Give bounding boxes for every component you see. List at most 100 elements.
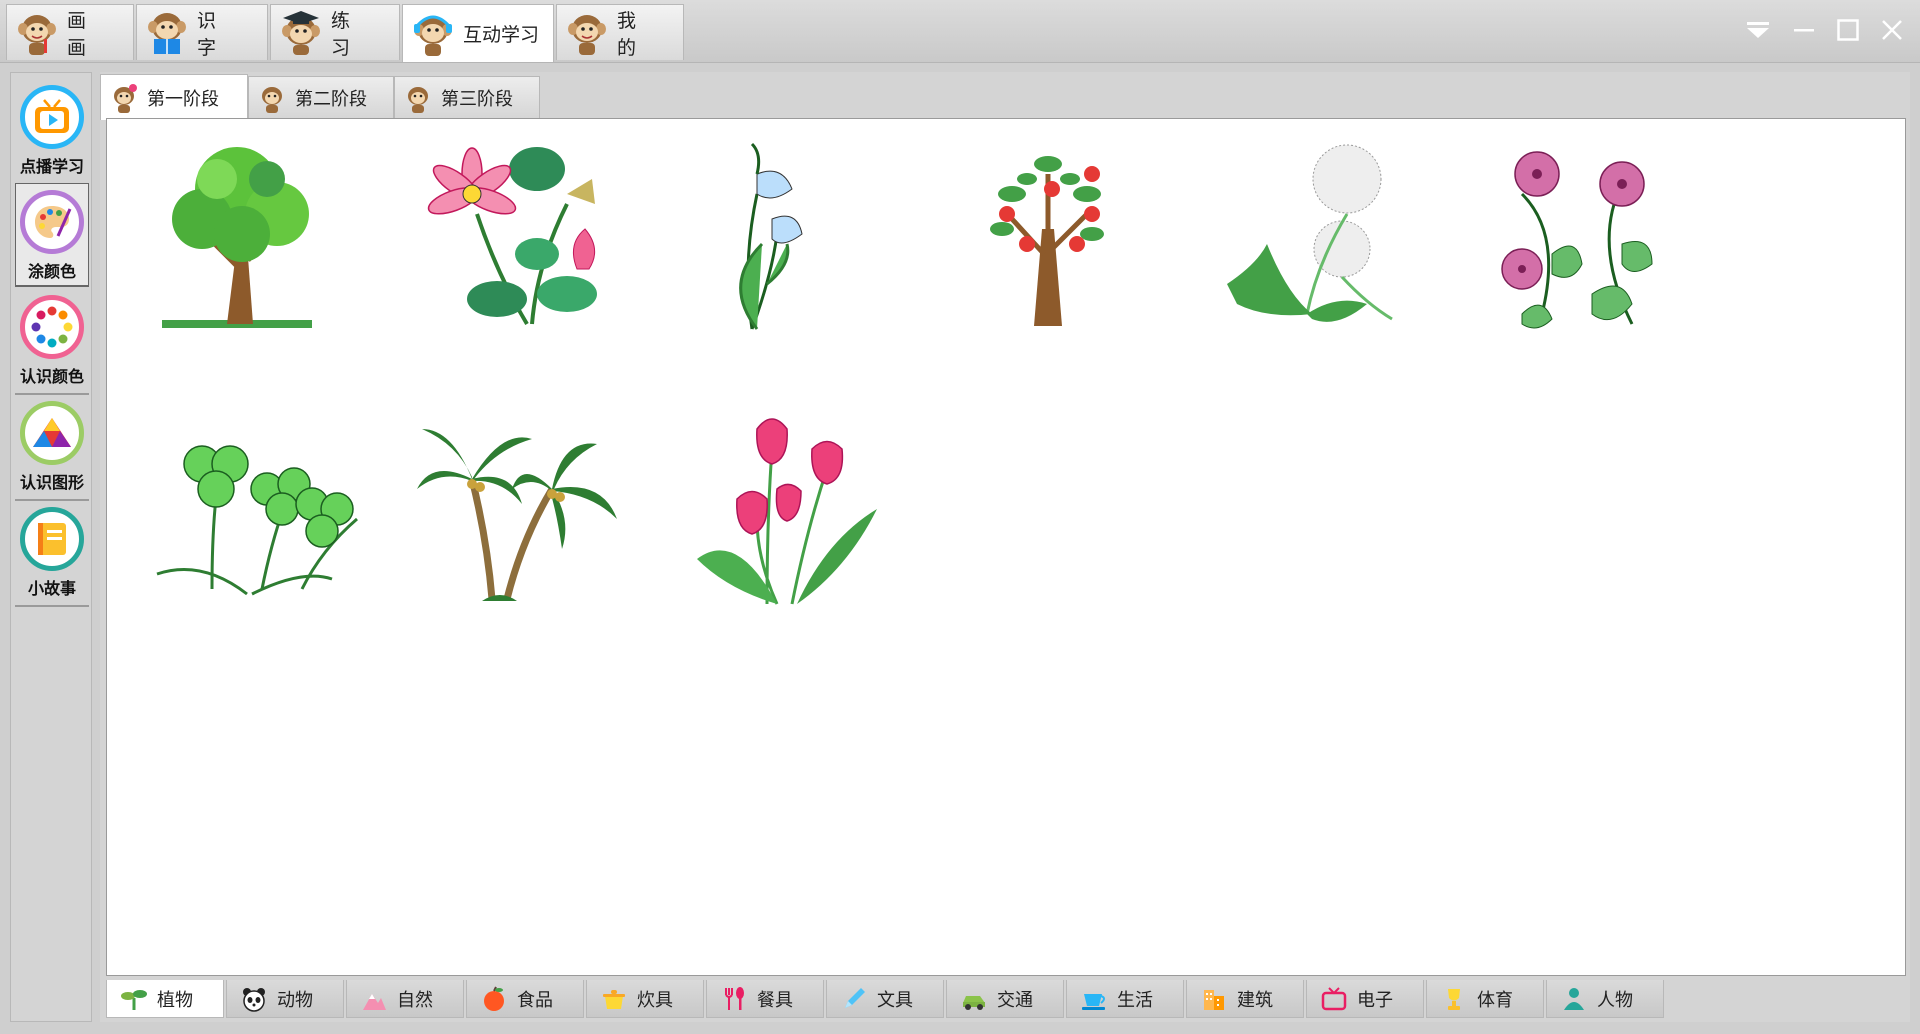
sidebar-item-label: 涂颜色 [27, 262, 76, 281]
shapes-icon [20, 401, 84, 465]
stage-tabs: 第一阶段 第二阶段 第三阶段 [100, 74, 1910, 120]
picture-tree[interactable] [147, 129, 367, 339]
category-tab-tableware[interactable]: 餐具 [706, 980, 824, 1018]
apple-tree-image [990, 156, 1104, 326]
apple-icon [481, 986, 507, 1012]
tulips-image [697, 418, 877, 605]
person-icon [1561, 986, 1587, 1012]
category-tab-transport[interactable]: 交通 [946, 980, 1064, 1018]
category-label: 电子 [1357, 989, 1393, 1011]
category-tab-people[interactable]: 人物 [1546, 980, 1664, 1018]
panda-icon [241, 986, 267, 1012]
main-tab-label: 画 画 [67, 9, 105, 59]
picture-coconut-palm[interactable] [407, 404, 627, 614]
category-tab-nature[interactable]: 自然 [346, 980, 464, 1018]
tab-stage-2[interactable]: 第二阶段 [248, 76, 394, 118]
morning-glory-image [1501, 151, 1653, 329]
feature-sidebar: 点播学习 涂颜色 认识颜色 认识图形 小故事 [10, 72, 92, 1022]
monkey-headphones-icon [414, 15, 452, 56]
category-tab-food[interactable]: 食品 [466, 980, 584, 1018]
sidebar-item-label: 认识图形 [19, 473, 84, 492]
sidebar-item-label: 认识颜色 [19, 367, 84, 386]
main-tab-interactive[interactable]: 互动学习 [402, 4, 554, 62]
building-icon [1201, 986, 1227, 1012]
fork-spoon-icon [721, 986, 747, 1012]
book-icon [20, 507, 84, 571]
category-tab-stationery[interactable]: 文具 [826, 980, 944, 1018]
close-button[interactable] [1874, 12, 1910, 48]
sidebar-item-learn-colors[interactable]: 认识颜色 [15, 289, 89, 395]
category-tabs: 植物 动物 自然 食品 炊具 餐具 文具 交通 生活 建筑 电子 体育 人物 [106, 980, 1906, 1018]
maximize-button[interactable] [1830, 12, 1866, 48]
picture-lotus[interactable] [407, 129, 627, 339]
tree-image [162, 147, 312, 328]
minimize-button[interactable] [1786, 12, 1822, 48]
color-wheel-icon [20, 295, 84, 359]
pot-icon [601, 986, 627, 1012]
category-tab-architecture[interactable]: 建筑 [1186, 980, 1304, 1018]
dandelion-image [1227, 144, 1393, 322]
monkey-flower-icon [114, 83, 137, 113]
coconut-palm-image [417, 429, 617, 601]
category-label: 炊具 [637, 989, 673, 1011]
sidebar-item-label: 小故事 [27, 579, 76, 598]
category-tab-sports[interactable]: 体育 [1426, 980, 1544, 1018]
cup-icon [1081, 986, 1107, 1012]
sidebar-item-label: 点播学习 [19, 157, 84, 176]
main-tab-practice[interactable]: 练 习 [270, 4, 400, 60]
category-label: 动物 [277, 989, 313, 1011]
category-label: 餐具 [757, 989, 793, 1011]
calla-lily-image [739, 142, 803, 330]
picture-tulips[interactable] [672, 404, 892, 614]
category-tab-daily-life[interactable]: 生活 [1066, 980, 1184, 1018]
monkey-graduate-icon [282, 10, 320, 55]
picture-morning-glory[interactable] [1472, 129, 1692, 339]
picture-clover[interactable] [147, 404, 367, 614]
minimize-icon [1794, 29, 1814, 32]
category-tab-cookware[interactable]: 炊具 [586, 980, 704, 1018]
sidebar-item-coloring[interactable]: 涂颜色 [15, 183, 89, 287]
category-tab-plants[interactable]: 植物 [106, 980, 224, 1018]
category-label: 植物 [157, 989, 193, 1011]
monkey-face-icon [568, 14, 606, 55]
category-tab-electronics[interactable]: 电子 [1306, 980, 1424, 1018]
sidebar-item-stories[interactable]: 小故事 [15, 501, 89, 607]
category-tab-animals[interactable]: 动物 [226, 980, 344, 1018]
category-label: 自然 [397, 989, 433, 1011]
television-icon [1321, 986, 1347, 1012]
maximize-icon [1837, 19, 1859, 41]
category-label: 文具 [877, 989, 913, 1011]
tab-label: 第二阶段 [295, 88, 367, 110]
tab-label: 第三阶段 [441, 88, 513, 110]
sidebar-item-video-learning[interactable]: 点播学习 [15, 79, 89, 185]
picture-grid [106, 118, 1906, 976]
sprout-icon [121, 986, 147, 1012]
monkey-painter-icon [18, 14, 56, 55]
category-label: 人物 [1597, 989, 1633, 1011]
content-panel: 第一阶段 第二阶段 第三阶段 植物 动物 自然 食品 炊具 餐具 文具 交通 生… [100, 72, 1910, 1022]
main-tab-label: 练 习 [331, 9, 369, 59]
main-tab-mine[interactable]: 我 的 [556, 4, 684, 60]
sidebar-item-learn-shapes[interactable]: 认识图形 [15, 395, 89, 501]
tab-label: 第一阶段 [147, 88, 219, 110]
title-bar: 画 画 识 字 练 习 互动学习 我 的 [0, 0, 1920, 63]
palette-icon [20, 190, 84, 254]
monkey-face-icon [262, 86, 282, 113]
main-tab-label: 我 的 [617, 9, 655, 59]
picture-apple-tree[interactable] [942, 129, 1162, 339]
tab-stage-1[interactable]: 第一阶段 [100, 74, 248, 120]
category-label: 建筑 [1237, 989, 1273, 1011]
main-tab-label: 互动学习 [463, 24, 540, 46]
main-tab-draw[interactable]: 画 画 [6, 4, 134, 60]
car-icon [961, 986, 987, 1012]
main-tab-literacy[interactable]: 识 字 [136, 4, 268, 60]
mountain-icon [361, 986, 387, 1012]
picture-dandelion[interactable] [1207, 129, 1427, 339]
picture-calla-lily[interactable] [672, 129, 892, 339]
main-tab-label: 识 字 [197, 9, 235, 59]
category-label: 交通 [997, 989, 1033, 1011]
pencil-icon [841, 986, 867, 1012]
dropdown-button[interactable] [1740, 12, 1776, 48]
tab-stage-3[interactable]: 第三阶段 [394, 76, 540, 118]
category-label: 体育 [1477, 989, 1513, 1011]
